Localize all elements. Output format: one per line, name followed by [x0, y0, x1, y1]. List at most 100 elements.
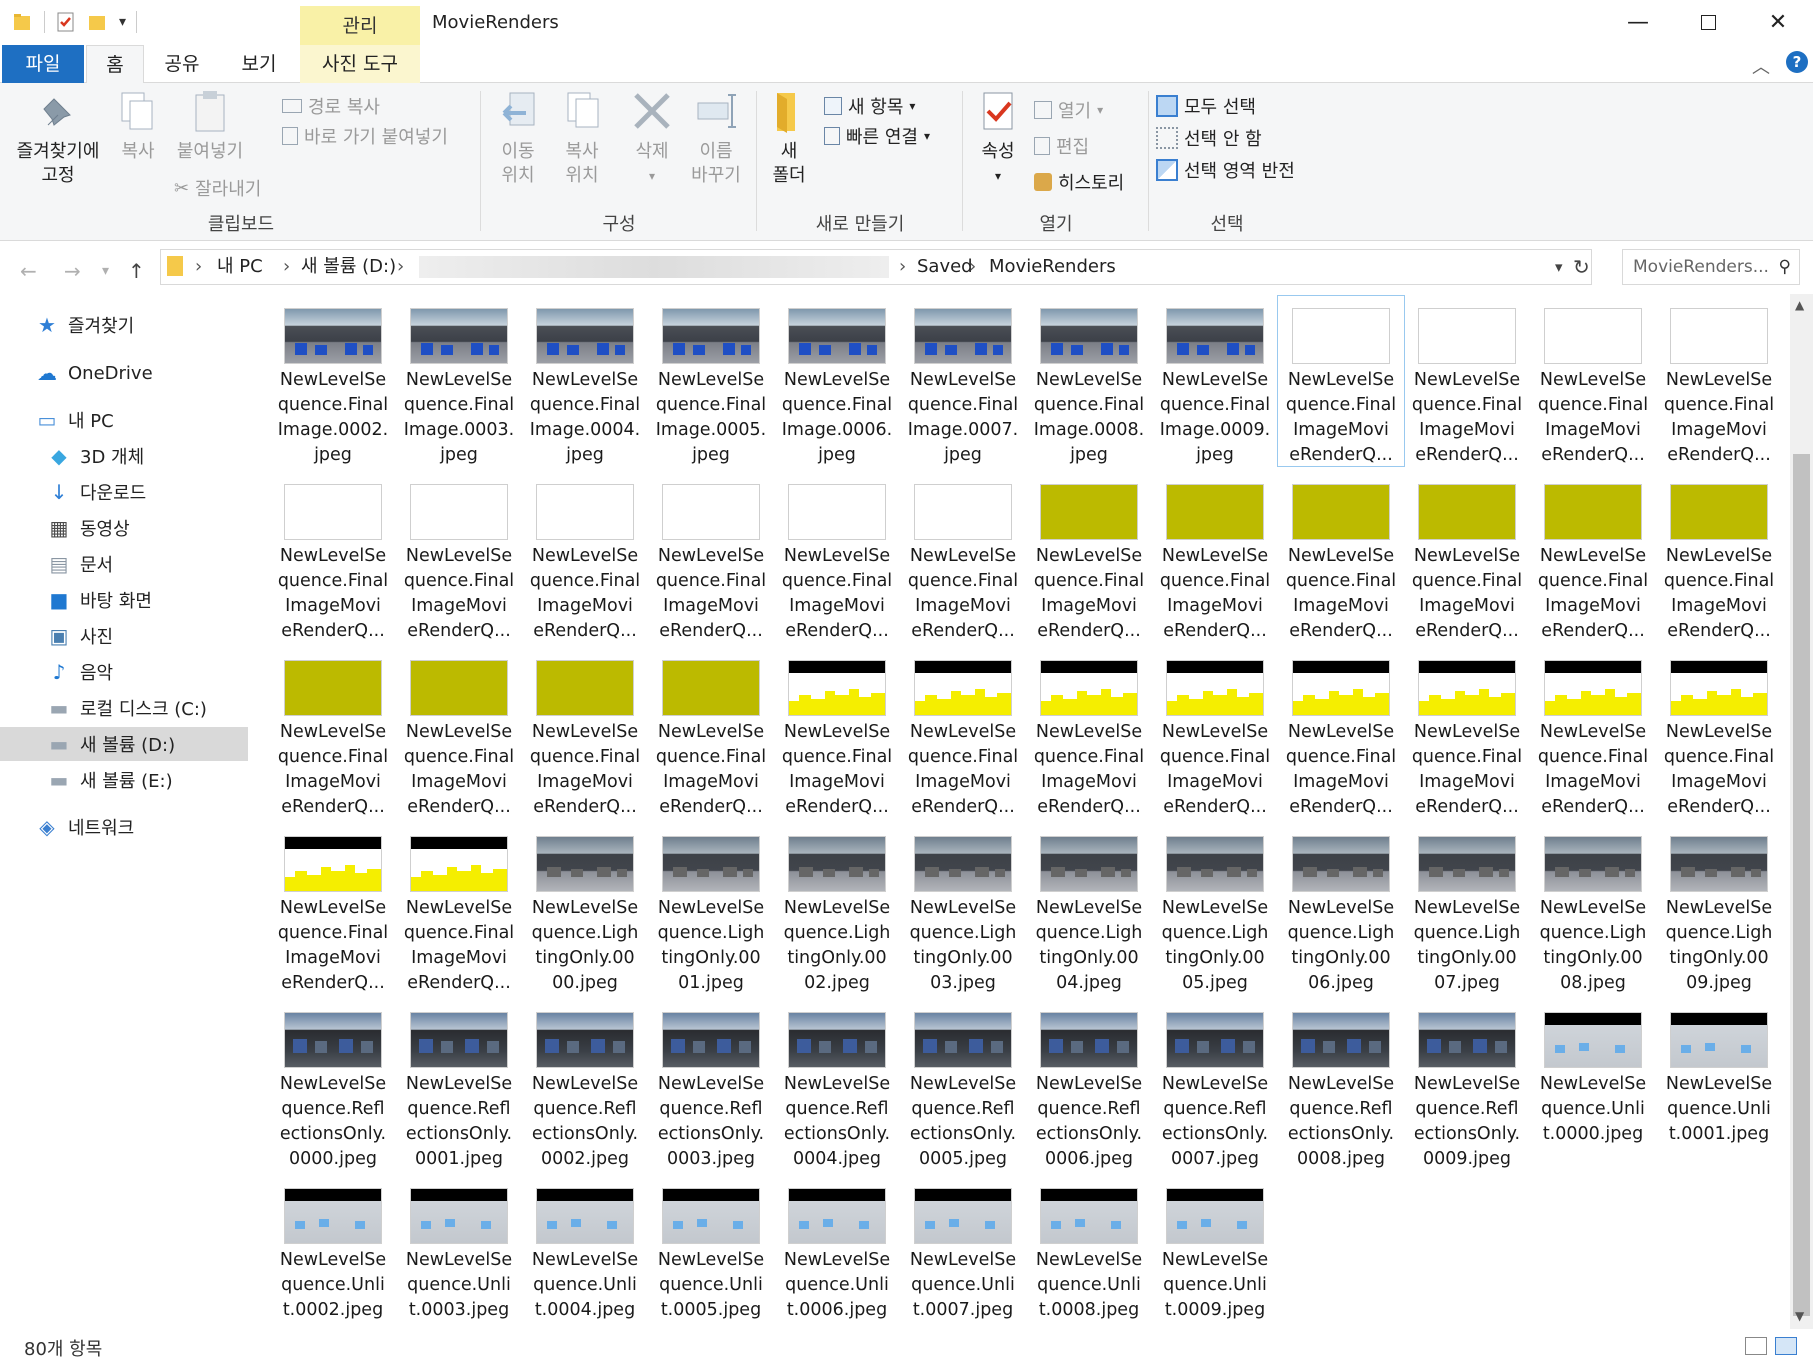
paste-button[interactable]: 붙여넣기: [170, 89, 250, 164]
file-item[interactable]: NewLevelSe quence.Final ImageMovi eRende…: [522, 648, 648, 818]
pin-to-quick-access-button[interactable]: 즐겨찾기에 고정: [6, 89, 110, 188]
copy-path-button[interactable]: 경로 복사: [282, 93, 380, 119]
file-item[interactable]: NewLevelSe quence.Unli t.0001.jpeg: [1656, 1000, 1782, 1170]
tab-home[interactable]: 홈: [86, 45, 144, 84]
search-input[interactable]: MovieRenders... ⚲: [1622, 249, 1800, 285]
file-item[interactable]: NewLevelSe quence.Final ImageMovi eRende…: [396, 648, 522, 818]
scroll-up-icon[interactable]: ▲: [1795, 298, 1804, 312]
move-to-button[interactable]: 이동 위치: [488, 89, 548, 188]
file-item[interactable]: NewLevelSe quence.Final Image.0003. jpeg: [396, 296, 522, 466]
file-item[interactable]: NewLevelSe quence.Final ImageMovi eRende…: [1404, 472, 1530, 642]
nav-item[interactable]: ▬ 새 볼륨 (E:): [0, 763, 248, 797]
file-item[interactable]: NewLevelSe quence.Unli t.0006.jpeg: [774, 1176, 900, 1329]
file-item[interactable]: NewLevelSe quence.Unli t.0007.jpeg: [900, 1176, 1026, 1329]
tab-photo-tools[interactable]: 사진 도구: [300, 45, 420, 83]
file-item[interactable]: NewLevelSe quence.Refl ectionsOnly. 0009…: [1404, 1000, 1530, 1170]
file-item[interactable]: NewLevelSe quence.Final ImageMovi eRende…: [648, 648, 774, 818]
properties-icon[interactable]: [55, 10, 77, 34]
file-item[interactable]: NewLevelSe quence.Final ImageMovi eRende…: [396, 472, 522, 642]
address-bar[interactable]: › 내 PC › 새 볼륨 (D:) › › Saved › MovieRend…: [160, 249, 1592, 285]
file-item[interactable]: NewLevelSe quence.Final ImageMovi eRende…: [774, 648, 900, 818]
copy-to-button[interactable]: 복사 위치: [552, 89, 612, 188]
file-item[interactable]: NewLevelSe quence.Unli t.0002.jpeg: [270, 1176, 396, 1329]
vertical-scrollbar[interactable]: ▲ ▼: [1790, 294, 1813, 1329]
file-item[interactable]: NewLevelSe quence.Refl ectionsOnly. 0001…: [396, 1000, 522, 1170]
file-item[interactable]: NewLevelSe quence.Final ImageMovi eRende…: [1656, 472, 1782, 642]
file-item[interactable]: NewLevelSe quence.Ligh tingOnly.00 04.jp…: [1026, 824, 1152, 994]
file-item[interactable]: NewLevelSe quence.Final ImageMovi eRende…: [648, 472, 774, 642]
file-item[interactable]: NewLevelSe quence.Final ImageMovi eRende…: [1404, 648, 1530, 818]
tab-file[interactable]: 파일: [2, 45, 84, 83]
nav-item[interactable]: ▭ 내 PC: [0, 403, 248, 437]
file-item[interactable]: NewLevelSe quence.Final ImageMovi eRende…: [270, 648, 396, 818]
breadcrumb-drive-d[interactable]: 새 볼륨 (D:): [301, 250, 396, 284]
breadcrumb-movierenders[interactable]: MovieRenders: [989, 250, 1116, 284]
easy-access-button[interactable]: 빠른 연결 ▾: [824, 123, 930, 149]
file-item[interactable]: NewLevelSe quence.Final ImageMovi eRende…: [1152, 648, 1278, 818]
copy-button[interactable]: 복사: [112, 89, 164, 164]
nav-item[interactable]: ▦ 동영상: [0, 511, 248, 545]
close-button[interactable]: ✕: [1743, 0, 1813, 45]
file-item[interactable]: NewLevelSe quence.Final Image.0009. jpeg: [1152, 296, 1278, 466]
file-item[interactable]: NewLevelSe quence.Final ImageMovi eRende…: [1026, 648, 1152, 818]
new-folder-icon[interactable]: [87, 10, 109, 34]
up-arrow-icon[interactable]: ↑: [128, 259, 145, 283]
manage-context-tab[interactable]: 관리: [300, 6, 420, 46]
file-item[interactable]: NewLevelSe quence.Final ImageMovi eRende…: [270, 472, 396, 642]
file-item[interactable]: NewLevelSe quence.Final Image.0007. jpeg: [900, 296, 1026, 466]
rename-button[interactable]: 이름 바꾸기: [684, 89, 748, 188]
details-view-icon[interactable]: [1745, 1337, 1767, 1355]
file-item[interactable]: NewLevelSe quence.Final ImageMovi eRende…: [1656, 296, 1782, 466]
properties-button[interactable]: 속성 ▾: [970, 89, 1026, 188]
file-item[interactable]: NewLevelSe quence.Refl ectionsOnly. 0006…: [1026, 1000, 1152, 1170]
file-item[interactable]: NewLevelSe quence.Final Image.0002. jpeg: [270, 296, 396, 466]
folder-icon[interactable]: [12, 10, 34, 34]
edit-button[interactable]: 편집: [1034, 133, 1089, 159]
large-icons-view-icon[interactable]: [1775, 1337, 1797, 1355]
file-item[interactable]: NewLevelSe quence.Ligh tingOnly.00 06.jp…: [1278, 824, 1404, 994]
file-item[interactable]: NewLevelSe quence.Ligh tingOnly.00 01.jp…: [648, 824, 774, 994]
file-item[interactable]: NewLevelSe quence.Unli t.0000.jpeg: [1530, 1000, 1656, 1170]
file-item[interactable]: NewLevelSe quence.Final ImageMovi eRende…: [1530, 472, 1656, 642]
file-item[interactable]: NewLevelSe quence.Final ImageMovi eRende…: [774, 472, 900, 642]
file-item[interactable]: NewLevelSe quence.Ligh tingOnly.00 07.jp…: [1404, 824, 1530, 994]
file-item[interactable]: NewLevelSe quence.Ligh tingOnly.00 08.jp…: [1530, 824, 1656, 994]
file-item[interactable]: NewLevelSe quence.Final ImageMovi eRende…: [900, 472, 1026, 642]
nav-item[interactable]: ◈ 네트워크: [0, 810, 248, 844]
nav-item[interactable]: ☁ OneDrive: [0, 356, 248, 390]
minimize-button[interactable]: —: [1603, 0, 1673, 45]
file-item[interactable]: NewLevelSe quence.Ligh tingOnly.00 09.jp…: [1656, 824, 1782, 994]
recent-locations-icon[interactable]: ▾: [102, 263, 109, 279]
nav-item[interactable]: ▬ 로컬 디스크 (C:): [0, 691, 248, 725]
file-item[interactable]: NewLevelSe quence.Final ImageMovi eRende…: [1278, 472, 1404, 642]
back-arrow-icon[interactable]: ←: [20, 259, 37, 283]
file-item[interactable]: NewLevelSe quence.Final ImageMovi eRende…: [1277, 295, 1405, 467]
file-item[interactable]: NewLevelSe quence.Refl ectionsOnly. 0002…: [522, 1000, 648, 1170]
nav-item[interactable]: ★ 즐겨찾기: [0, 308, 248, 342]
nav-item[interactable]: ↓ 다운로드: [0, 475, 248, 509]
nav-item[interactable]: ♪ 음악: [0, 655, 248, 689]
file-item[interactable]: NewLevelSe quence.Refl ectionsOnly. 0004…: [774, 1000, 900, 1170]
nav-item[interactable]: ▬ 새 볼륨 (D:): [0, 727, 248, 761]
file-item[interactable]: NewLevelSe quence.Refl ectionsOnly. 0003…: [648, 1000, 774, 1170]
breadcrumb-saved[interactable]: Saved: [917, 250, 973, 284]
file-item[interactable]: NewLevelSe quence.Ligh tingOnly.00 03.jp…: [900, 824, 1026, 994]
help-icon[interactable]: ?: [1786, 51, 1808, 73]
file-item[interactable]: NewLevelSe quence.Final Image.0004. jpeg: [522, 296, 648, 466]
file-item[interactable]: NewLevelSe quence.Ligh tingOnly.00 05.jp…: [1152, 824, 1278, 994]
file-item[interactable]: NewLevelSe quence.Final Image.0008. jpeg: [1026, 296, 1152, 466]
file-item[interactable]: NewLevelSe quence.Final ImageMovi eRende…: [1026, 472, 1152, 642]
file-item[interactable]: NewLevelSe quence.Final ImageMovi eRende…: [1530, 296, 1656, 466]
select-all-button[interactable]: 모두 선택: [1156, 93, 1256, 119]
customize-quick-access-icon[interactable]: ▾: [119, 14, 126, 30]
invert-selection-button[interactable]: 선택 영역 반전: [1156, 157, 1295, 183]
file-item[interactable]: NewLevelSe quence.Ligh tingOnly.00 02.jp…: [774, 824, 900, 994]
file-item[interactable]: NewLevelSe quence.Final ImageMovi eRende…: [1152, 472, 1278, 642]
maximize-button[interactable]: [1673, 0, 1743, 45]
nav-item[interactable]: ■ 바탕 화면: [0, 583, 248, 617]
nav-item[interactable]: ▤ 문서: [0, 547, 248, 581]
file-item[interactable]: NewLevelSe quence.Refl ectionsOnly. 0000…: [270, 1000, 396, 1170]
file-item[interactable]: NewLevelSe quence.Unli t.0008.jpeg: [1026, 1176, 1152, 1329]
breadcrumb-this-pc[interactable]: 내 PC: [217, 250, 263, 284]
nav-item[interactable]: ◆ 3D 개체: [0, 439, 248, 473]
